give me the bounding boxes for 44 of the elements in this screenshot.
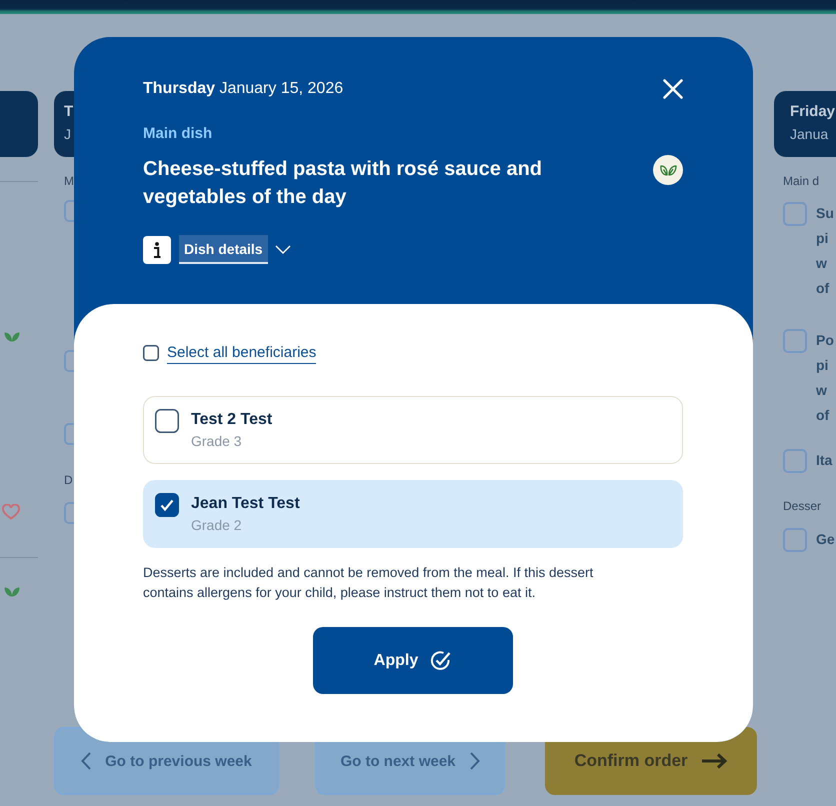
section-label: Desser: [783, 498, 822, 514]
section-label: M: [64, 173, 74, 189]
beneficiary-name: Test 2 Test: [191, 410, 272, 430]
beneficiary-row[interactable]: Jean Test Test Grade 2: [143, 480, 683, 548]
close-icon[interactable]: [663, 79, 683, 99]
beneficiary-row[interactable]: Test 2 Test Grade 3: [143, 396, 683, 464]
section-label: D: [64, 472, 73, 488]
dialog-date: Thursday January 15, 2026: [143, 79, 344, 99]
chevron-down-icon[interactable]: [274, 245, 291, 254]
checkbox[interactable]: [783, 528, 807, 552]
course-label: Main dish: [143, 124, 214, 144]
apply-button[interactable]: Apply: [313, 627, 513, 694]
checkbox[interactable]: [783, 329, 807, 353]
heart-icon: [2, 504, 20, 520]
beneficiary-grade: Grade 3: [191, 432, 242, 450]
day-date: Janua: [790, 125, 828, 144]
chevron-right-icon: [470, 752, 480, 770]
check-circle-icon: [430, 650, 452, 672]
arrow-right-icon: [702, 753, 728, 769]
day-date: J: [64, 125, 71, 144]
dessert-notice: Desserts are included and cannot be removed from the meal. If this dessert contains allergens for your child, please instruct them not to eat it.: [143, 564, 594, 602]
chevron-left-icon: [81, 752, 92, 770]
day-card[interactable]: Friday Janua: [774, 91, 836, 157]
leaf-icon: [4, 330, 20, 342]
checkbox[interactable]: [783, 202, 807, 226]
dish-name: Ita: [816, 451, 832, 470]
day-name: T: [64, 102, 74, 122]
beneficiary-name: Jean Test Test: [191, 494, 300, 514]
leaf-icon: [4, 585, 20, 597]
info-icon: [143, 236, 171, 264]
checkbox[interactable]: [143, 345, 159, 361]
beneficiary-grade: Grade 2: [191, 516, 242, 534]
day-name: Friday: [790, 102, 836, 122]
leaf-icon: [653, 155, 683, 185]
section-label: Main d: [783, 173, 820, 189]
dish-details-toggle[interactable]: Dish details: [179, 235, 268, 264]
checkbox[interactable]: [783, 449, 807, 473]
dish-name: Su pi w of: [816, 204, 834, 298]
dish-title: Cheese-stuffed pasta with rosé sauce and vegetables of the day: [143, 157, 544, 210]
dish-name: Po pi w of: [816, 331, 834, 425]
checkbox[interactable]: [155, 408, 179, 432]
select-all-link[interactable]: Select all beneficiaries: [167, 342, 316, 364]
dish-name: Ge: [816, 530, 835, 549]
checkbox[interactable]: [155, 492, 179, 516]
